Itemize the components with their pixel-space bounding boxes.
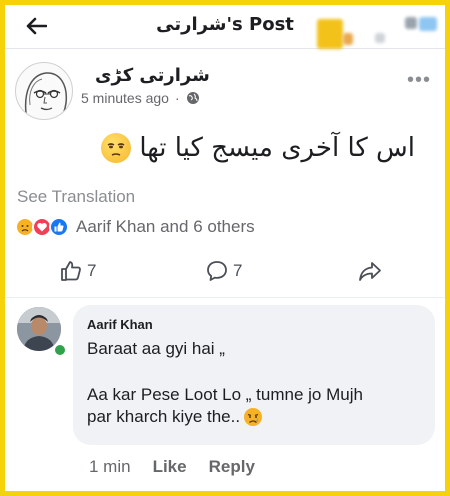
post-actions: 7 7 <box>5 255 445 291</box>
comment-line-2: Aa kar Pese Loot Lo „ tumne jo Mujh <box>87 385 363 404</box>
see-translation-link[interactable]: See Translation <box>17 187 135 207</box>
comment-author[interactable]: Aarif Khan <box>87 317 421 332</box>
blurred-header-graphic <box>405 17 417 29</box>
post-time[interactable]: 5 minutes ago <box>81 90 169 106</box>
comment-line-3: par kharch kiye the.. <box>87 407 241 426</box>
comment-like-button[interactable]: Like <box>153 457 187 477</box>
thumbs-up-icon <box>61 261 81 281</box>
blurred-header-graphic <box>343 33 353 45</box>
section-divider <box>5 297 445 298</box>
post-author-name[interactable]: شرارتی کڑی <box>95 65 210 86</box>
share-icon <box>359 262 381 281</box>
like-reaction-icon <box>49 217 69 237</box>
comment-reply-button[interactable]: Reply <box>209 457 255 477</box>
blurred-header-graphic <box>317 19 343 49</box>
unamused-emoji-icon <box>101 133 132 163</box>
reactions-label: Aarif Khan and 6 others <box>76 217 255 236</box>
comment-time[interactable]: 1 min <box>89 457 131 477</box>
blurred-header-graphic <box>375 33 385 43</box>
screenshot-frame: شرارتی's Post شرارتی کڑی 5 minutes ago ·… <box>5 5 445 491</box>
page-title: شرارتی's Post <box>156 14 294 35</box>
comment-icon <box>207 261 227 281</box>
like-count: 7 <box>87 261 97 280</box>
sad-emoji-icon <box>244 408 263 426</box>
sketch-portrait-icon <box>24 72 68 119</box>
comment-count: 7 <box>233 261 243 280</box>
reactions-summary[interactable]: Aarif Khan and 6 others <box>15 217 255 237</box>
globe-icon <box>186 92 199 104</box>
post-author-avatar[interactable] <box>15 62 73 120</box>
post-text-content: اس کا آخری میسج کیا تھا <box>139 133 415 163</box>
like-button[interactable]: 7 <box>59 259 96 283</box>
comment-line-3-wrap: par kharch kiye the.. <box>87 406 421 428</box>
post-text: اس کا آخری میسج کیا تھا <box>101 133 415 163</box>
more-options-button[interactable]: ••• <box>407 69 431 92</box>
share-button[interactable] <box>357 259 383 283</box>
comment-button[interactable]: 7 <box>205 259 242 283</box>
top-bar: شرارتی's Post <box>5 5 445 49</box>
comment-meta: 1 min Like Reply <box>89 457 255 477</box>
more-options-icon: ••• <box>406 69 431 91</box>
comment-bubble: Aarif Khan Baraat aa gyi hai „ Aa kar Pe… <box>73 305 435 445</box>
blurred-header-graphic <box>419 17 437 31</box>
meta-separator: · <box>174 90 180 106</box>
comment-line-1: Baraat aa gyi hai „ <box>87 339 225 358</box>
post-meta: 5 minutes ago · <box>81 90 200 106</box>
online-status-indicator <box>53 343 67 357</box>
